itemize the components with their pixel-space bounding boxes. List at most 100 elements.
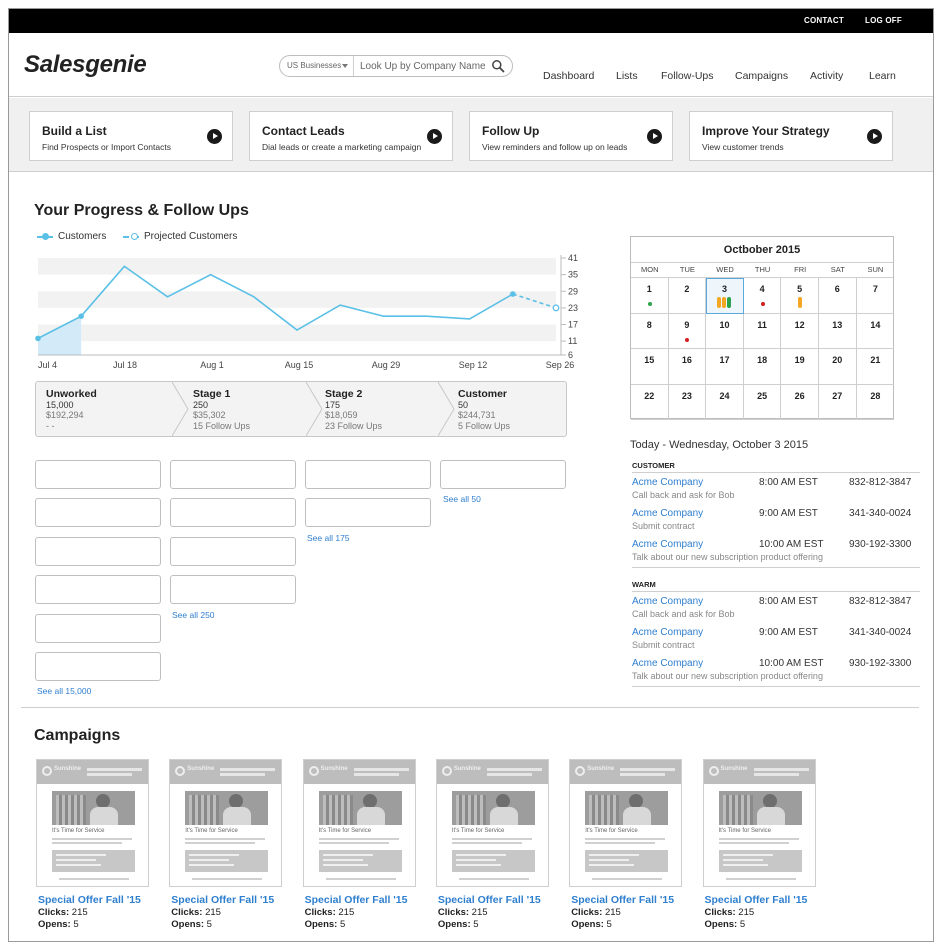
calendar-day-28[interactable]: 28 [856, 385, 895, 420]
lead-slot[interactable] [35, 460, 161, 489]
search-icon[interactable] [491, 59, 505, 73]
y-tick-label: 23 [568, 303, 578, 313]
stage-2[interactable]: Stage 2 175 $18,059 23 Follow Ups [325, 382, 445, 436]
calendar-day-20[interactable]: 20 [819, 349, 857, 385]
company-link[interactable]: Acme Company [632, 477, 703, 488]
nav-dashboard[interactable]: Dashboard [543, 70, 594, 82]
calendar-day-19[interactable]: 19 [781, 349, 819, 385]
thumb-text-line [192, 878, 263, 880]
log-off-link[interactable]: LOG OFF [865, 16, 902, 25]
follow-up-card[interactable]: Follow Up View reminders and follow up o… [469, 111, 673, 161]
lead-slot[interactable] [35, 537, 161, 566]
calendar-day-9[interactable]: 9 [668, 313, 707, 349]
stage-1[interactable]: Stage 1 250 $35,302 15 Follow Ups [193, 382, 313, 436]
lead-slot[interactable] [170, 498, 296, 527]
calendar-day-1[interactable]: 1 [631, 278, 669, 314]
calendar-day-4[interactable]: 4 [743, 278, 782, 314]
see-all-customer-link[interactable]: See all 50 [443, 494, 481, 504]
improve-strategy-card[interactable]: Improve Your Strategy View customer tren… [689, 111, 893, 161]
search-scope-select[interactable]: US Businesses [280, 56, 354, 76]
calendar-day-15[interactable]: 15 [631, 349, 669, 385]
campaign-name-link[interactable]: Special Offer Fall '15 [305, 894, 408, 906]
action-subtitle: View customer trends [702, 142, 784, 152]
calendar-day-5[interactable]: 5 [781, 278, 819, 314]
calendar-day-8[interactable]: 8 [631, 313, 669, 349]
nav-follow-ups[interactable]: Follow-Ups [661, 70, 714, 82]
nav-lists[interactable]: Lists [616, 70, 638, 82]
calendar-day-number: 15 [644, 355, 655, 365]
see-all-unworked-link[interactable]: See all 15,000 [37, 686, 91, 696]
calendar-day-24[interactable]: 24 [706, 384, 744, 420]
thumb-photo-shape [489, 807, 518, 825]
thumb-header [436, 760, 548, 784]
nav-learn[interactable]: Learn [869, 70, 896, 82]
grid-band [38, 258, 556, 275]
stage-count: 15,000 [46, 400, 74, 410]
lead-slot[interactable] [170, 575, 296, 604]
campaign-name-link[interactable]: Special Offer Fall '15 [705, 894, 808, 906]
opens-label: Opens: [571, 919, 604, 930]
calendar-day-16[interactable]: 16 [668, 349, 707, 385]
calendar-day-27[interactable]: 27 [819, 384, 857, 420]
calendar-day-25[interactable]: 25 [743, 384, 782, 420]
lead-slot[interactable] [305, 460, 431, 489]
see-all-stage1-link[interactable]: See all 250 [172, 610, 215, 620]
thumb-text-line [722, 864, 768, 866]
calendar-day-12[interactable]: 12 [781, 313, 819, 349]
nav-campaigns[interactable]: Campaigns [735, 70, 788, 82]
nav-activity[interactable]: Activity [810, 70, 843, 82]
calendar-day-21[interactable]: 21 [856, 349, 895, 385]
thumb-text-line [589, 854, 640, 856]
contact-link[interactable]: CONTACT [804, 16, 844, 25]
company-search-input[interactable] [360, 58, 485, 74]
calendar-day-3[interactable]: 3 [706, 278, 744, 314]
calendar-day-13[interactable]: 13 [819, 313, 857, 349]
stage-customer[interactable]: Customer 50 $244,731 5 Follow Ups [458, 382, 558, 436]
campaign-clicks: Clicks: 215 [304, 907, 355, 918]
calendar-day-11[interactable]: 11 [743, 313, 782, 349]
lead-slot[interactable] [35, 614, 161, 643]
calendar-day-6[interactable]: 6 [819, 278, 857, 314]
thumb-brand: Sunshine [587, 766, 615, 772]
calendar-day-26[interactable]: 26 [781, 384, 819, 420]
company-link[interactable]: Acme Company [632, 627, 703, 638]
campaign-name-link[interactable]: Special Offer Fall '15 [171, 894, 274, 906]
thumb-text-line [725, 878, 796, 880]
calendar-day-23[interactable]: 23 [668, 384, 707, 420]
campaign-thumbnail[interactable]: Sunshine It's Time for Service [702, 759, 816, 887]
see-all-stage2-link[interactable]: See all 175 [307, 533, 350, 543]
sun-icon [441, 766, 452, 776]
calendar-day-10[interactable]: 10 [706, 313, 744, 349]
lead-slot[interactable] [170, 537, 296, 566]
lead-slot[interactable] [35, 652, 161, 681]
calendar-day-22[interactable]: 22 [631, 384, 669, 420]
campaign-name-link[interactable]: Special Offer Fall '15 [38, 894, 141, 906]
company-link[interactable]: Acme Company [632, 539, 703, 550]
calendar-day-2[interactable]: 2 [668, 278, 707, 314]
calendar-day-17[interactable]: 17 [706, 349, 744, 385]
campaign-thumbnail[interactable]: Sunshine It's Time for Service [302, 759, 416, 887]
campaign-thumbnail[interactable]: Sunshine It's Time for Service [36, 759, 149, 887]
campaign-thumbnail[interactable]: Sunshine It's Time for Service [569, 759, 683, 887]
campaign-name-link[interactable]: Special Offer Fall '15 [438, 894, 541, 906]
lead-slot[interactable] [35, 498, 161, 527]
campaign-thumbnail[interactable]: Sunshine It's Time for Service [435, 759, 549, 887]
clicks-label: Clicks: [704, 907, 736, 918]
company-link[interactable]: Acme Company [632, 596, 703, 607]
thumb-text-line [52, 842, 122, 844]
company-link[interactable]: Acme Company [632, 658, 703, 669]
lead-slot[interactable] [440, 460, 566, 489]
calendar-day-14[interactable]: 14 [856, 314, 895, 349]
lead-slot[interactable] [170, 460, 296, 489]
campaign-thumbnail[interactable]: Sunshine It's Time for Service [169, 759, 283, 887]
contact-leads-card[interactable]: Contact Leads Dial leads or create a mar… [249, 111, 453, 161]
pipeline-stages: Unworked 15,000 $192,294 - - Stage 1 250… [35, 381, 567, 437]
build-a-list-card[interactable]: Build a List Find Prospects or Import Co… [29, 111, 233, 161]
company-link[interactable]: Acme Company [632, 508, 703, 519]
campaign-name-link[interactable]: Special Offer Fall '15 [571, 894, 674, 906]
stage-unworked[interactable]: Unworked 15,000 $192,294 - - [46, 382, 166, 436]
lead-slot[interactable] [305, 498, 431, 527]
calendar-day-7[interactable]: 7 [856, 278, 895, 314]
calendar-day-18[interactable]: 18 [743, 349, 782, 385]
lead-slot[interactable] [35, 575, 161, 604]
